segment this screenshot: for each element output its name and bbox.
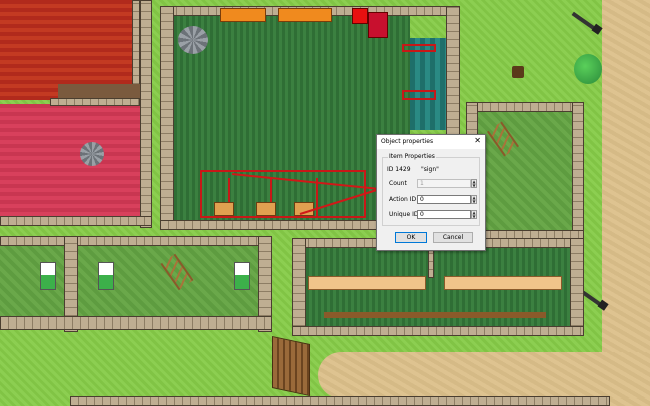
stairs-icon bbox=[80, 142, 104, 166]
wall bbox=[428, 248, 434, 278]
bed-icon bbox=[234, 262, 250, 290]
wall bbox=[292, 326, 584, 336]
item-id-label: ID 1429 bbox=[387, 166, 411, 173]
wall bbox=[160, 220, 380, 230]
wall bbox=[572, 102, 584, 242]
spin-down-icon[interactable]: ▼ bbox=[472, 199, 476, 204]
wall bbox=[570, 238, 584, 334]
sand-path-bottom bbox=[318, 352, 650, 398]
unique-id-field[interactable]: 0 bbox=[417, 210, 471, 219]
action-id-label: Action ID bbox=[389, 196, 417, 203]
red-frame bbox=[402, 90, 436, 100]
vending-machine-icon bbox=[368, 12, 388, 38]
wall bbox=[70, 396, 610, 406]
item-type-name: "sign" bbox=[421, 166, 439, 173]
cancel-button[interactable]: Cancel bbox=[433, 232, 473, 243]
red-arrow-annotation bbox=[231, 173, 388, 215]
unique-id-label: Unique ID bbox=[389, 211, 419, 218]
sand-path-right bbox=[602, 0, 650, 406]
ok-button[interactable]: OK bbox=[395, 232, 427, 243]
bench-shadow bbox=[324, 312, 546, 318]
unique-id-spinner[interactable]: ▲ ▼ bbox=[471, 210, 477, 219]
counter bbox=[278, 8, 332, 22]
wall bbox=[0, 216, 152, 226]
wall bbox=[0, 236, 272, 246]
object-properties-dialog: Object properties ✕ Item Properties ID 1… bbox=[376, 134, 486, 251]
dialog-title: Object properties bbox=[381, 138, 434, 145]
map-viewport[interactable] bbox=[0, 0, 650, 406]
close-icon[interactable]: ✕ bbox=[474, 136, 481, 146]
wall bbox=[160, 6, 174, 230]
red-frame bbox=[402, 44, 436, 52]
wall bbox=[446, 6, 460, 136]
bed-icon bbox=[40, 262, 56, 290]
bed-icon bbox=[98, 262, 114, 290]
bench bbox=[444, 276, 562, 290]
group-label: Item Properties bbox=[388, 153, 436, 160]
wall bbox=[466, 102, 584, 112]
count-field: 1 bbox=[417, 179, 471, 188]
wall bbox=[0, 316, 272, 330]
wall bbox=[292, 238, 306, 334]
bench bbox=[308, 276, 426, 290]
red-marker-icon bbox=[352, 8, 368, 24]
spin-down-icon[interactable]: ▼ bbox=[472, 214, 476, 219]
action-id-spinner[interactable]: ▲ ▼ bbox=[471, 195, 477, 204]
wall bbox=[140, 0, 152, 228]
pink-floor-room bbox=[0, 104, 140, 216]
tree-icon bbox=[574, 54, 602, 84]
stairs-icon bbox=[178, 26, 208, 54]
spin-down-icon: ▼ bbox=[472, 182, 476, 188]
dialog-titlebar[interactable]: Object properties ✕ bbox=[377, 135, 485, 149]
barrel-icon bbox=[512, 66, 524, 78]
count-spinner: ▲ ▼ bbox=[471, 179, 477, 188]
count-label: Count bbox=[389, 180, 407, 187]
wall bbox=[50, 98, 140, 106]
counter bbox=[220, 8, 266, 22]
action-id-field[interactable]: 0 bbox=[417, 195, 471, 204]
wooden-gate bbox=[272, 335, 310, 397]
